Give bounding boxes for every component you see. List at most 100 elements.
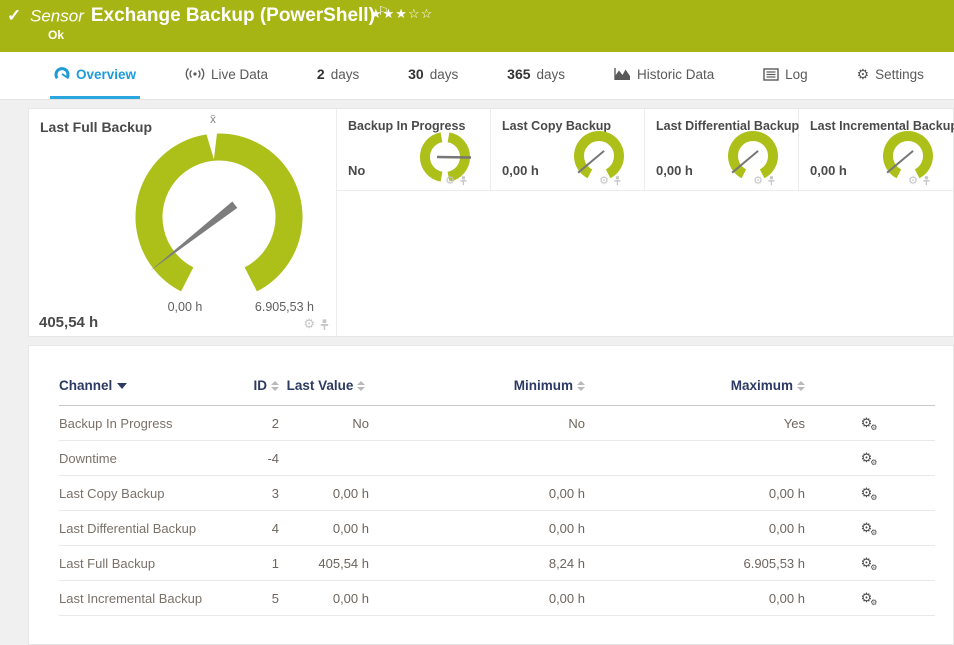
- tab-overview-label: Overview: [76, 67, 136, 82]
- cell-minimum: 0,00 h: [373, 511, 589, 546]
- cell-last-value: 405,54 h: [283, 546, 373, 581]
- last-full-backup-gauge: x̄: [109, 109, 329, 309]
- column-header-id[interactable]: ID: [229, 360, 283, 406]
- sort-icon: [357, 381, 365, 391]
- channel-settings-gears-icon[interactable]: ⚙⚙: [861, 415, 880, 431]
- cell-maximum: 0,00 h: [589, 476, 809, 511]
- gauges-panel: Last Full Backup x̄ 0,00 h 6.905,53 h 40…: [28, 108, 954, 337]
- tab-log-label: Log: [785, 67, 808, 82]
- channel-settings-gears-icon[interactable]: ⚙⚙: [861, 450, 880, 466]
- tile-pin-icon[interactable]: [318, 318, 330, 331]
- tile-gear-icon[interactable]: ⚙: [599, 174, 609, 187]
- table-row[interactable]: Last Incremental Backup 5 0,00 h 0,00 h …: [59, 581, 935, 616]
- cell-channel[interactable]: Last Differential Backup: [59, 511, 229, 546]
- column-header-last-value[interactable]: Last Value: [283, 360, 373, 406]
- priority-stars[interactable]: ★★★☆☆: [370, 6, 433, 22]
- cell-id: 3: [229, 476, 283, 511]
- gauge-tile-last-copy-backup[interactable]: Last Copy Backup 0,00 h ⚙: [491, 109, 645, 191]
- cell-maximum: 6.905,53 h: [589, 546, 809, 581]
- tab-settings[interactable]: ⚙ Settings: [853, 52, 928, 99]
- cell-maximum: Yes: [589, 406, 809, 441]
- cell-channel[interactable]: Last Full Backup: [59, 546, 229, 581]
- table-header-row: Channel ID Last Value Minimum Maximum: [59, 360, 935, 406]
- table-row[interactable]: Last Copy Backup 3 0,00 h 0,00 h 0,00 h …: [59, 476, 935, 511]
- sort-icon: [271, 381, 279, 391]
- tile-pin-icon[interactable]: [612, 175, 622, 186]
- gauge-current-value: No: [348, 163, 365, 178]
- tab-2-days[interactable]: 2 days: [313, 52, 363, 99]
- gauge-max-label: 6.905,53 h: [255, 300, 314, 314]
- gauge-current-value: 0,00 h: [656, 163, 693, 178]
- tab-historic-data-label: Historic Data: [637, 67, 714, 82]
- tab-live-data-label: Live Data: [211, 67, 268, 82]
- tile-pin-icon[interactable]: [766, 175, 776, 186]
- channel-table: Channel ID Last Value Minimum Maximum: [59, 360, 935, 616]
- gauge-min-label: 0,00 h: [154, 300, 216, 314]
- cell-maximum: 0,00 h: [589, 581, 809, 616]
- sort-desc-icon: [117, 383, 127, 389]
- table-row[interactable]: Last Differential Backup 4 0,00 h 0,00 h…: [59, 511, 935, 546]
- channel-settings-gears-icon[interactable]: ⚙⚙: [861, 485, 880, 501]
- sensor-header: ✓ SensorExchange Backup (PowerShell)⚐ ★★…: [0, 0, 954, 52]
- tab-settings-label: Settings: [875, 67, 924, 82]
- channel-settings-gears-icon[interactable]: ⚙⚙: [861, 520, 880, 536]
- gauge-current-value: 0,00 h: [502, 163, 539, 178]
- cell-id: 1: [229, 546, 283, 581]
- tab-bar: Overview Live Data 2 days 30 days 365 da…: [0, 52, 954, 100]
- gauge-tile-last-differential-backup[interactable]: Last Differential Backup 0,00 h ⚙: [645, 109, 799, 191]
- settings-gear-icon: ⚙: [857, 66, 870, 83]
- table-row[interactable]: Downtime -4 ⚙⚙: [59, 441, 935, 476]
- tile-gear-icon[interactable]: ⚙: [908, 174, 918, 187]
- tab-365-days[interactable]: 365 days: [503, 52, 569, 99]
- tab-live-data[interactable]: Live Data: [181, 52, 272, 99]
- cell-maximum: 0,00 h: [589, 511, 809, 546]
- table-row[interactable]: Backup In Progress 2 No No Yes ⚙⚙: [59, 406, 935, 441]
- channel-settings-gears-icon[interactable]: ⚙⚙: [861, 555, 880, 571]
- average-marker: x̄: [210, 112, 216, 126]
- cell-channel[interactable]: Last Copy Backup: [59, 476, 229, 511]
- gauge-tile-last-incremental-backup[interactable]: Last Incremental Backup 0,00 h ⚙: [799, 109, 953, 191]
- tab-30-days-label: days: [430, 67, 459, 82]
- tab-30-days-number: 30: [408, 66, 424, 82]
- live-data-icon: [185, 67, 205, 81]
- tab-2-days-label: days: [331, 67, 360, 82]
- tile-pin-icon[interactable]: [921, 175, 931, 186]
- sort-icon: [797, 381, 805, 391]
- gauge-current-value: 0,00 h: [810, 163, 847, 178]
- tab-log[interactable]: Log: [759, 52, 812, 99]
- cell-id: 2: [229, 406, 283, 441]
- tab-30-days[interactable]: 30 days: [404, 52, 462, 99]
- cell-id: 5: [229, 581, 283, 616]
- cell-minimum: 8,24 h: [373, 546, 589, 581]
- channel-settings-gears-icon[interactable]: ⚙⚙: [861, 590, 880, 606]
- tile-gear-icon[interactable]: ⚙: [753, 174, 763, 187]
- cell-minimum: [373, 441, 589, 476]
- tile-gear-icon[interactable]: ⚙: [445, 174, 455, 187]
- column-header-maximum[interactable]: Maximum: [589, 360, 809, 406]
- stars-empty: ☆☆: [408, 6, 433, 21]
- column-header-tools: [809, 360, 935, 406]
- column-header-channel[interactable]: Channel: [59, 360, 229, 406]
- tile-gear-icon[interactable]: ⚙: [303, 316, 315, 332]
- cell-id: -4: [229, 441, 283, 476]
- tab-historic-data[interactable]: Historic Data: [610, 52, 718, 99]
- small-gauges-row: Backup In Progress No ⚙ Last Copy Backup…: [337, 109, 953, 191]
- table-row[interactable]: Last Full Backup 1 405,54 h 8,24 h 6.905…: [59, 546, 935, 581]
- stars-filled: ★★★: [370, 6, 408, 21]
- tab-overview[interactable]: Overview: [50, 52, 140, 99]
- cell-channel[interactable]: Backup In Progress: [59, 406, 229, 441]
- cell-last-value: 0,00 h: [283, 476, 373, 511]
- cell-channel[interactable]: Downtime: [59, 441, 229, 476]
- tile-pin-icon[interactable]: [458, 175, 468, 186]
- gauge-tile-last-full-backup[interactable]: Last Full Backup x̄ 0,00 h 6.905,53 h 40…: [29, 109, 337, 336]
- cell-channel[interactable]: Last Incremental Backup: [59, 581, 229, 616]
- tab-2-days-number: 2: [317, 66, 325, 82]
- column-header-minimum[interactable]: Minimum: [373, 360, 589, 406]
- gauge-current-value: 405,54 h: [39, 314, 98, 331]
- gauge-tile-backup-in-progress[interactable]: Backup In Progress No ⚙: [337, 109, 491, 191]
- channel-table-panel: Channel ID Last Value Minimum Maximum: [28, 345, 954, 645]
- cell-minimum: 0,00 h: [373, 581, 589, 616]
- object-kind-label: Sensor: [30, 6, 84, 25]
- log-list-icon: [763, 68, 779, 81]
- cell-last-value: No: [283, 406, 373, 441]
